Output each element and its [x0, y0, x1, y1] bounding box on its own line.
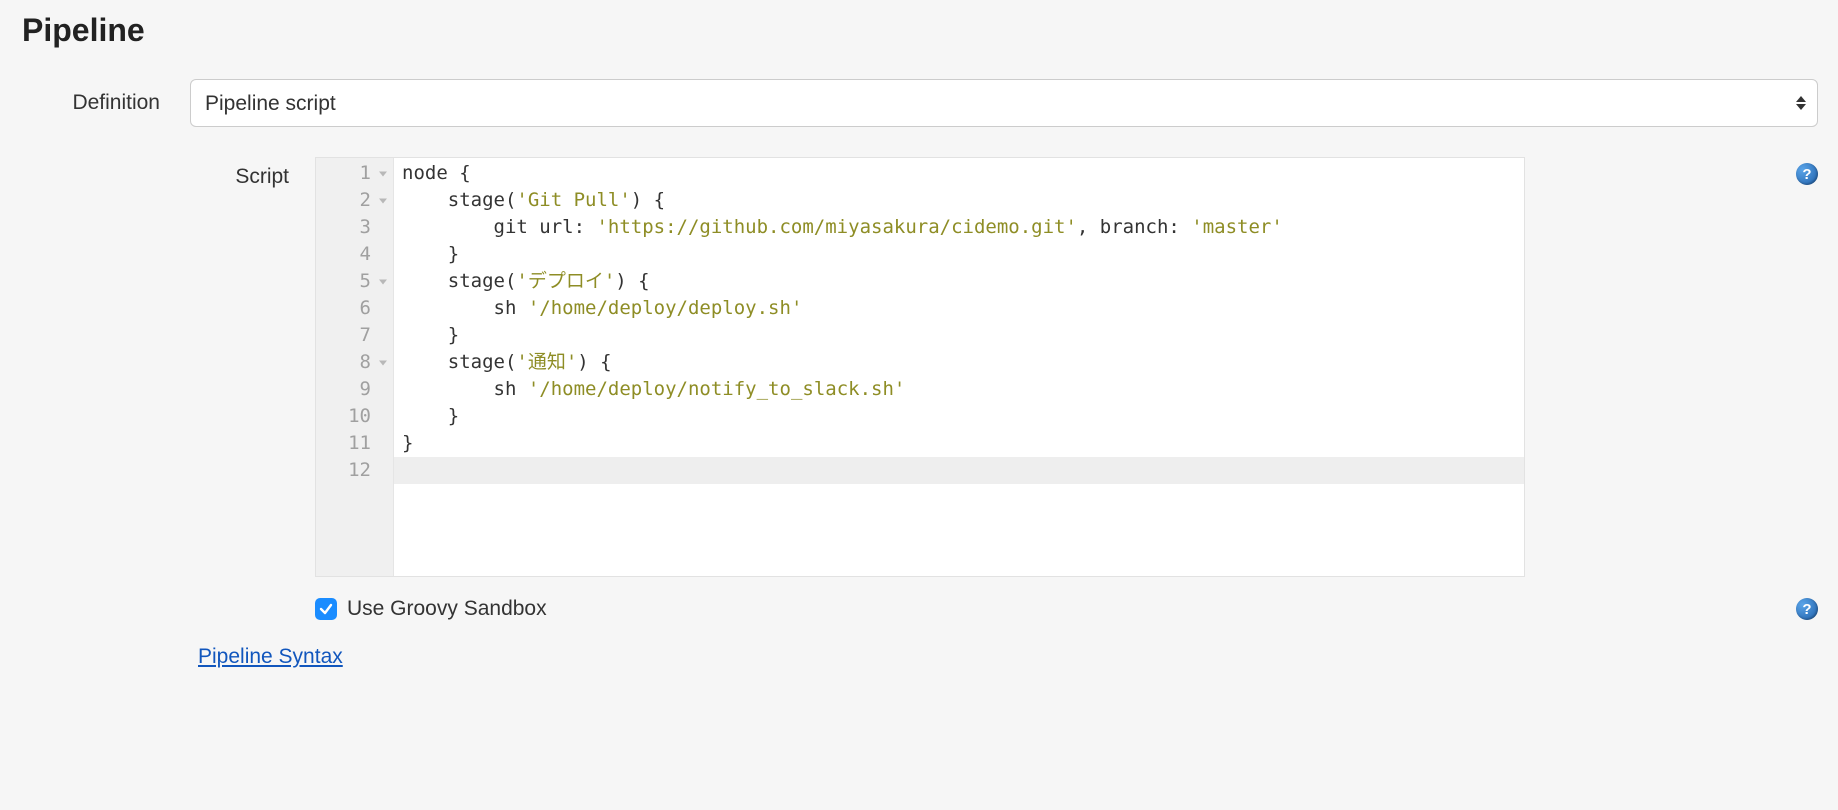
code-string: '/home/deploy/deploy.sh': [528, 297, 803, 319]
code-text: }: [402, 405, 459, 427]
pipeline-syntax-link[interactable]: Pipeline Syntax: [198, 645, 343, 668]
code-text: stage(: [402, 270, 516, 292]
definition-select-wrap: Pipeline script: [190, 79, 1818, 127]
code-string: '通知': [516, 351, 577, 373]
code-line[interactable]: node {: [402, 160, 1524, 187]
line-number: 4: [316, 241, 393, 268]
help-icon[interactable]: ?: [1796, 163, 1818, 185]
code-text: stage(: [402, 351, 516, 373]
sandbox-label: Use Groovy Sandbox: [347, 597, 547, 621]
code-line[interactable]: stage('通知') {: [402, 349, 1524, 376]
line-number: 2: [316, 187, 393, 214]
code-text: }: [402, 324, 459, 346]
code-text: stage(: [402, 189, 516, 211]
code-text: ) {: [615, 270, 649, 292]
pipeline-syntax-row: Pipeline Syntax: [198, 645, 1818, 669]
line-number: 11: [316, 430, 393, 457]
line-number: 12: [316, 457, 393, 484]
line-number: 7: [316, 322, 393, 349]
code-line[interactable]: }: [402, 322, 1524, 349]
code-line[interactable]: git url: 'https://github.com/miyasakura/…: [402, 214, 1524, 241]
code-line[interactable]: stage('Git Pull') {: [402, 187, 1524, 214]
line-number: 9: [316, 376, 393, 403]
script-editor[interactable]: 123456789101112 node { stage('Git Pull')…: [315, 157, 1525, 577]
code-string: 'master': [1191, 216, 1283, 238]
script-row: Script ? 123456789101112 node { stage('G…: [20, 157, 1818, 577]
line-number: 5: [316, 268, 393, 295]
code-text: }: [402, 432, 413, 454]
code-string: '/home/deploy/notify_to_slack.sh': [528, 378, 906, 400]
code-text: }: [402, 243, 459, 265]
code-string: 'https://github.com/miyasakura/cidemo.gi…: [596, 216, 1076, 238]
code-line[interactable]: sh '/home/deploy/notify_to_slack.sh': [402, 376, 1524, 403]
script-editor-wrap: ? 123456789101112 node { stage('Git Pull…: [315, 157, 1818, 577]
code-line[interactable]: [394, 457, 1524, 484]
fold-arrow-icon[interactable]: [379, 171, 387, 176]
code-line[interactable]: }: [402, 241, 1524, 268]
code-line[interactable]: }: [402, 403, 1524, 430]
definition-label: Definition: [20, 91, 190, 115]
section-title: Pipeline: [22, 12, 1818, 49]
code-text: node {: [402, 162, 471, 184]
definition-row: Definition Pipeline script: [20, 79, 1818, 127]
line-number: 3: [316, 214, 393, 241]
fold-arrow-icon[interactable]: [379, 198, 387, 203]
fold-arrow-icon[interactable]: [379, 279, 387, 284]
line-number: 1: [316, 160, 393, 187]
script-label: Script: [20, 157, 315, 189]
line-number: 6: [316, 295, 393, 322]
code-line[interactable]: sh '/home/deploy/deploy.sh': [402, 295, 1524, 322]
fold-arrow-icon[interactable]: [379, 360, 387, 365]
code-text: git url:: [402, 216, 596, 238]
editor-code[interactable]: node { stage('Git Pull') { git url: 'htt…: [394, 158, 1524, 576]
code-text: sh: [402, 378, 528, 400]
code-line[interactable]: stage('デプロイ') {: [402, 268, 1524, 295]
help-icon[interactable]: ?: [1796, 598, 1818, 620]
editor-gutter: 123456789101112: [316, 158, 394, 576]
code-text: , branch:: [1077, 216, 1191, 238]
code-string: 'デプロイ': [516, 270, 615, 292]
line-number: 8: [316, 349, 393, 376]
code-line[interactable]: }: [402, 430, 1524, 457]
definition-select[interactable]: Pipeline script: [190, 79, 1818, 127]
line-number: 10: [316, 403, 393, 430]
code-text: ) {: [577, 351, 611, 373]
sandbox-row: Use Groovy Sandbox ?: [20, 597, 1818, 621]
sandbox-checkbox[interactable]: [315, 598, 337, 620]
code-text: sh: [402, 297, 528, 319]
code-text: ) {: [631, 189, 665, 211]
code-string: 'Git Pull': [516, 189, 630, 211]
